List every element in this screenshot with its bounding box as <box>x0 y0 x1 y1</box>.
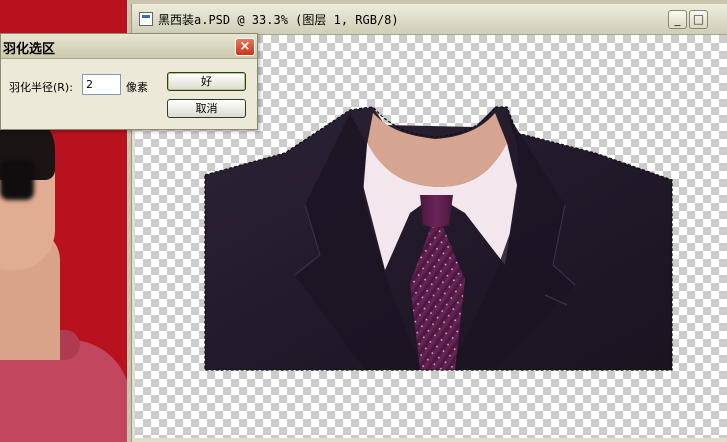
necktie <box>420 195 453 227</box>
photo-blurred-eyes <box>0 160 34 200</box>
feather-radius-label: 羽化半径(R): <box>9 81 73 94</box>
close-icon[interactable]: × <box>235 38 255 56</box>
cancel-button[interactable]: 取消 <box>167 99 246 118</box>
pixels-unit-label: 像素 <box>126 81 148 94</box>
feather-selection-dialog[interactable]: 羽化选区 × 羽化半径(R): 像素 好 取消 <box>0 33 258 130</box>
dialog-title: 羽化选区 <box>3 42 56 57</box>
document-titlebar[interactable]: 黑西装a.PSD @ 33.3% (图层 1, RGB/8) _ □ <box>132 4 727 35</box>
maximize-icon[interactable]: □ <box>689 10 708 29</box>
minimize-icon[interactable]: _ <box>668 10 687 29</box>
dialog-titlebar[interactable]: 羽化选区 × <box>1 34 257 59</box>
document-title: 黑西装a.PSD @ 33.3% (图层 1, RGB/8) <box>158 13 399 27</box>
ok-button[interactable]: 好 <box>167 72 246 91</box>
photoshop-document-icon <box>139 12 153 26</box>
feather-radius-input[interactable] <box>82 74 121 95</box>
